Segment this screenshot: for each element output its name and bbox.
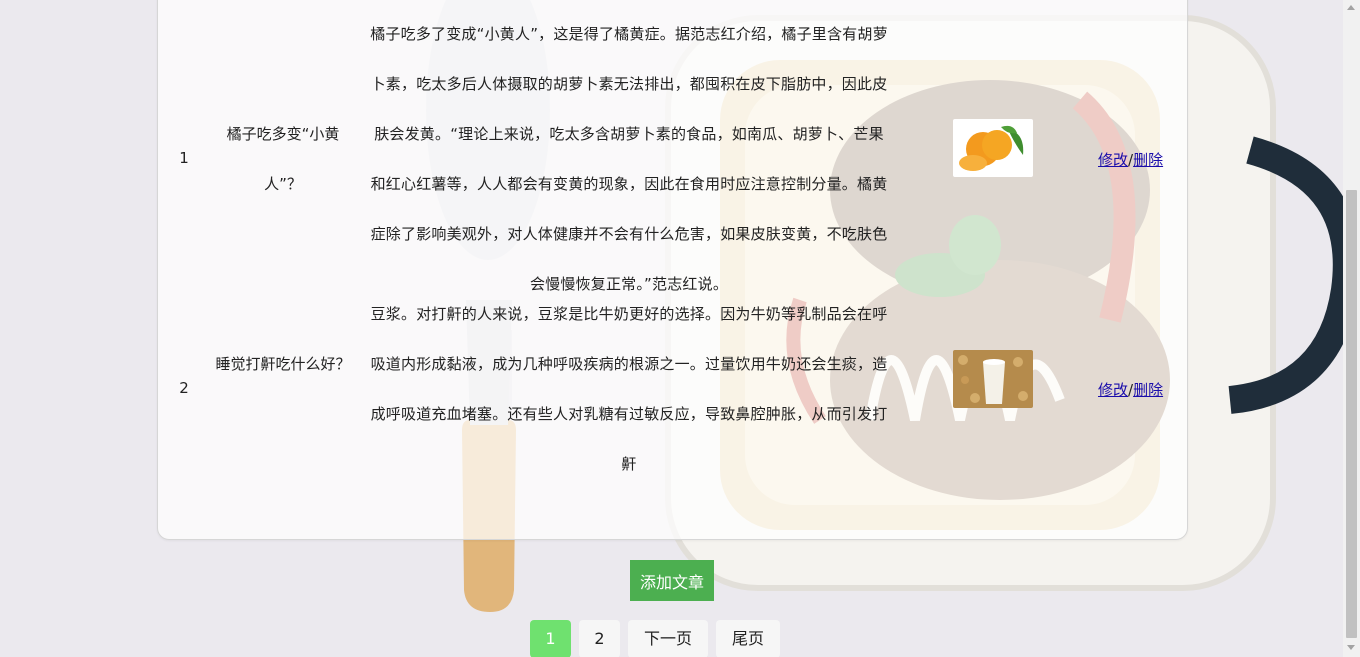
page-2-button[interactable]: 2 — [579, 620, 620, 657]
table-row: 2 睡觉打鼾吃什么好？ 豆浆。对打鼾的人来说，豆浆是比牛奶更好的选择。因为牛奶等… — [158, 305, 1187, 529]
last-page-button[interactable]: 尾页 — [716, 620, 780, 657]
next-page-button[interactable]: 下一页 — [628, 620, 708, 657]
page-1-button[interactable]: 1 — [530, 620, 571, 657]
article-id: 1 — [179, 149, 189, 167]
delete-link[interactable]: 删除 — [1133, 381, 1163, 399]
edit-link[interactable]: 修改 — [1098, 381, 1128, 399]
article-title: 橘子吃多变“小黄人”？ — [226, 125, 340, 193]
article-id: 2 — [179, 379, 189, 397]
edit-link[interactable]: 修改 — [1098, 151, 1128, 169]
scroll-up-icon[interactable] — [1347, 5, 1355, 10]
scroll-down-icon[interactable] — [1347, 645, 1355, 650]
vertical-scrollbar[interactable] — [1343, 0, 1360, 657]
article-table: 1 橘子吃多变“小黄人”？ 橘子吃多了变成“小黄人”，这是得了橘黄症。据范志红介… — [157, 0, 1188, 540]
scrollbar-thumb[interactable] — [1346, 190, 1357, 638]
article-content: 橘子吃多了变成“小黄人”，这是得了橘黄症。据范志红介绍，橘子里含有胡萝卜素，吃太… — [370, 25, 888, 293]
article-content: 豆浆。对打鼾的人来说，豆浆是比牛奶更好的选择。因为牛奶等乳制品会在呼吸道内形成黏… — [370, 305, 888, 473]
soy-milk-image — [953, 350, 1033, 408]
add-article-button[interactable]: 添加文章 — [630, 560, 714, 601]
row-actions: 修改/删除 — [1098, 149, 1163, 170]
table-row: 1 橘子吃多变“小黄人”？ 橘子吃多了变成“小黄人”，这是得了橘黄症。据范志红介… — [158, 9, 1187, 309]
article-title: 睡觉打鼾吃什么好？ — [215, 355, 351, 373]
tangerine-image — [953, 119, 1033, 177]
row-actions: 修改/删除 — [1098, 379, 1163, 400]
delete-link[interactable]: 删除 — [1133, 151, 1163, 169]
